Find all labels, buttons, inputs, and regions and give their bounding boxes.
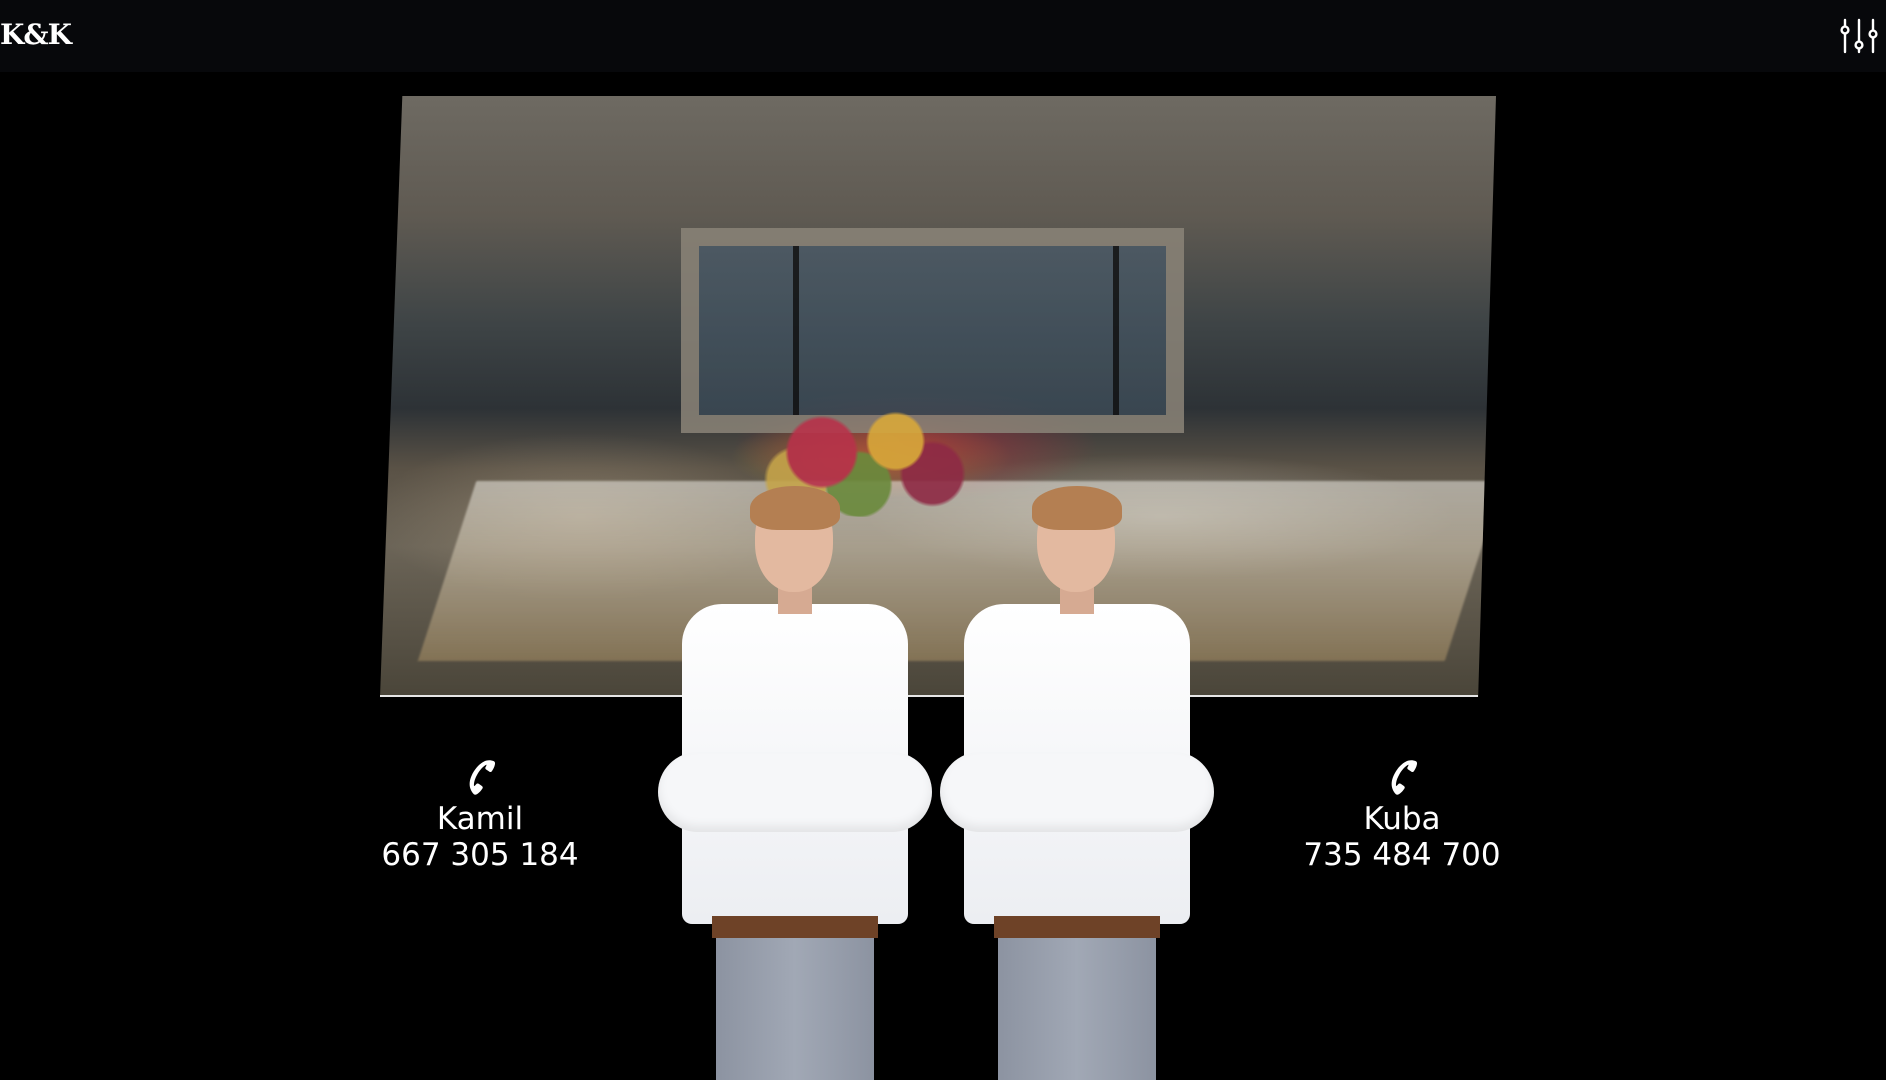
hair <box>750 486 840 530</box>
phone-icon[interactable] <box>1383 757 1421 795</box>
crossed-arms <box>940 752 1214 832</box>
contact-kamil: Kamil 667 305 184 <box>350 757 610 873</box>
contact-name: Kamil <box>436 801 524 837</box>
page: K&K Kamil 667 305 184 Kuba 735 484 700 <box>0 0 1886 1080</box>
phone-number-link[interactable]: 667 305 184 <box>350 837 610 873</box>
header: K&K <box>0 0 1886 72</box>
contact-kuba: Kuba 735 484 700 <box>1272 757 1532 873</box>
pants <box>716 938 874 1080</box>
pants <box>998 938 1156 1080</box>
settings-button[interactable] <box>1838 16 1880 56</box>
person-right <box>932 486 1222 1080</box>
crossed-arms <box>658 752 932 832</box>
contact-name: Kuba <box>1363 801 1441 837</box>
person-left <box>650 486 940 1080</box>
logo[interactable]: K&K <box>0 17 72 53</box>
phone-number-link[interactable]: 735 484 700 <box>1272 837 1532 873</box>
two-men-arms-crossed-photo <box>650 486 1230 1080</box>
phone-icon[interactable] <box>461 757 499 795</box>
sliders-icon <box>1840 18 1878 54</box>
belt <box>994 916 1160 938</box>
belt <box>712 916 878 938</box>
hair <box>1032 486 1122 530</box>
window-shape <box>681 228 1184 433</box>
